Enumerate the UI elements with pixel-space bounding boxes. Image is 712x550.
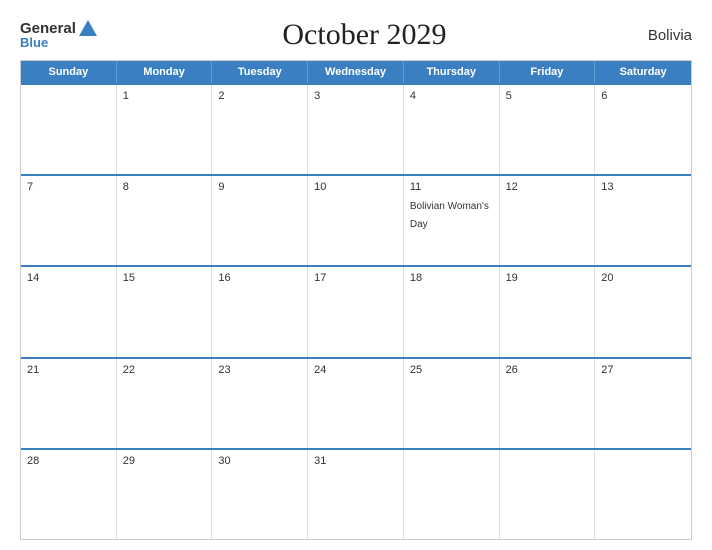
table-row: 9 [212,176,308,265]
table-row: 7 [21,176,117,265]
calendar-page: General Blue October 2029 Bolivia Sunday… [0,0,712,550]
table-row [500,450,596,539]
col-wednesday: Wednesday [308,61,404,83]
col-friday: Friday [500,61,596,83]
table-row [404,450,500,539]
table-row: 27 [595,359,691,448]
week-row-2: 7 8 9 10 11 Bolivian Woman's Day 12 13 [21,174,691,265]
table-row: 21 [21,359,117,448]
table-row: 2 [212,85,308,174]
table-row: 29 [117,450,213,539]
table-row [595,450,691,539]
table-row: 18 [404,267,500,356]
table-row: 8 [117,176,213,265]
table-row: 13 [595,176,691,265]
table-row: 3 [308,85,404,174]
table-row: 6 [595,85,691,174]
table-row: 5 [500,85,596,174]
table-row: 1 [117,85,213,174]
page-header: General Blue October 2029 Bolivia [20,18,692,52]
table-row: 23 [212,359,308,448]
table-row: 22 [117,359,213,448]
week-row-4: 21 22 23 24 25 26 27 [21,357,691,448]
col-monday: Monday [117,61,213,83]
table-row: 4 [404,85,500,174]
table-row: 19 [500,267,596,356]
week-row-1: 1 2 3 4 5 6 [21,83,691,174]
logo-blue-text: Blue [20,35,48,50]
table-row: 12 [500,176,596,265]
logo-triangle-icon [79,20,97,36]
calendar-header-row: Sunday Monday Tuesday Wednesday Thursday… [21,61,691,83]
table-row: 31 [308,450,404,539]
table-row: 16 [212,267,308,356]
logo: General Blue [20,20,97,50]
col-thursday: Thursday [404,61,500,83]
col-tuesday: Tuesday [212,61,308,83]
table-row: 17 [308,267,404,356]
calendar: Sunday Monday Tuesday Wednesday Thursday… [20,60,692,540]
calendar-body: 1 2 3 4 5 6 7 8 9 10 11 Bolivian Woman's… [21,83,691,539]
table-row: 24 [308,359,404,448]
col-sunday: Sunday [21,61,117,83]
table-row: 14 [21,267,117,356]
week-row-5: 28 29 30 31 [21,448,691,539]
week-row-3: 14 15 16 17 18 19 20 [21,265,691,356]
table-row: 25 [404,359,500,448]
calendar-title: October 2029 [97,18,632,52]
table-row [21,85,117,174]
table-row: 15 [117,267,213,356]
table-row: 20 [595,267,691,356]
table-row: 26 [500,359,596,448]
table-row: 11 Bolivian Woman's Day [404,176,500,265]
table-row: 30 [212,450,308,539]
table-row: 28 [21,450,117,539]
country-label: Bolivia [632,27,692,44]
table-row: 10 [308,176,404,265]
col-saturday: Saturday [595,61,691,83]
event-bolivian-womans-day: Bolivian Woman's Day [410,201,489,230]
